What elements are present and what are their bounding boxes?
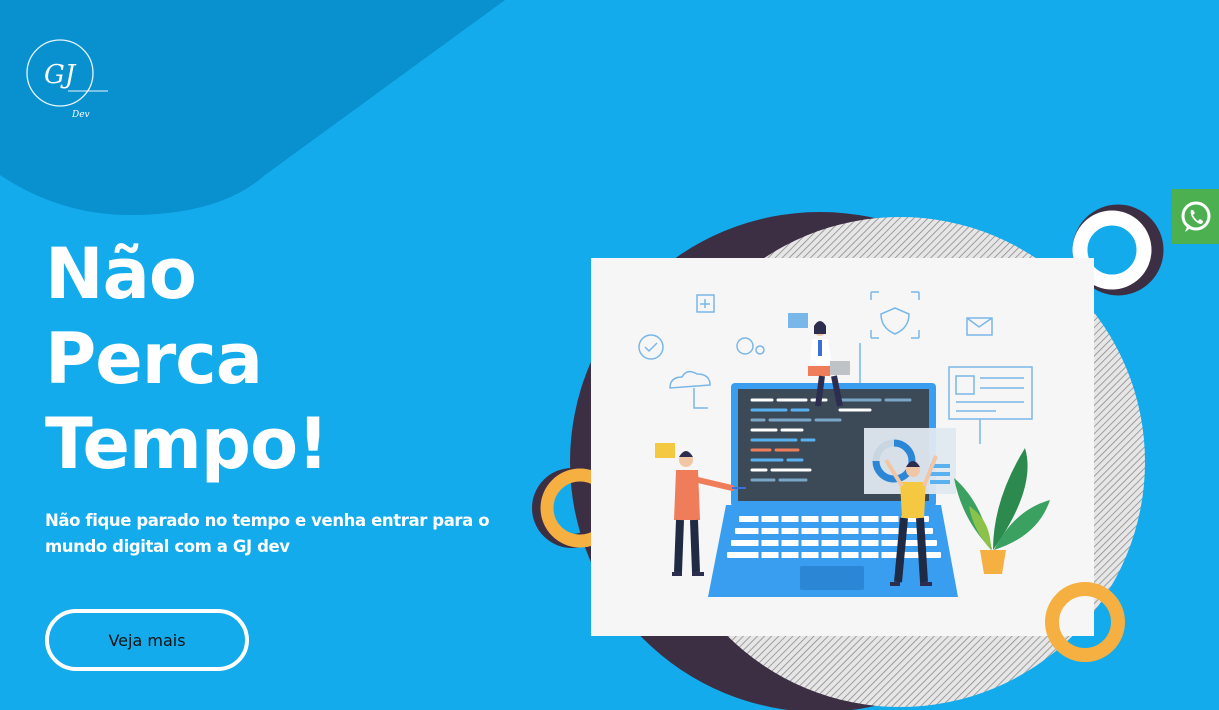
hero-subtitle: Não fique parado no tempo e venha entrar… [45, 508, 505, 560]
hero-title-line-2: Perca [45, 318, 263, 400]
laptop-touchpad [800, 566, 864, 590]
plant-pot [980, 550, 1006, 574]
svg-text:Dev: Dev [71, 110, 90, 120]
gj-dev-logo[interactable]: GJ Dev [20, 35, 120, 125]
hero-title-line-3: Tempo! [45, 403, 329, 485]
hero-illustration [532, 204, 1164, 710]
hero-title-line-1: Não [45, 233, 197, 315]
speech-bubble-orange-icon [655, 443, 675, 458]
veja-mais-button[interactable]: Veja mais [45, 609, 249, 671]
svg-text:GJ: GJ [44, 60, 77, 90]
hero-title: Não Perca Tempo! [45, 232, 329, 487]
speech-bubble-icon [788, 313, 808, 328]
hero-subtitle-line-1: Não fique parado no tempo e venha entrar… [45, 511, 490, 530]
hero-subtitle-line-2: mundo digital com a GJ dev [45, 537, 290, 556]
